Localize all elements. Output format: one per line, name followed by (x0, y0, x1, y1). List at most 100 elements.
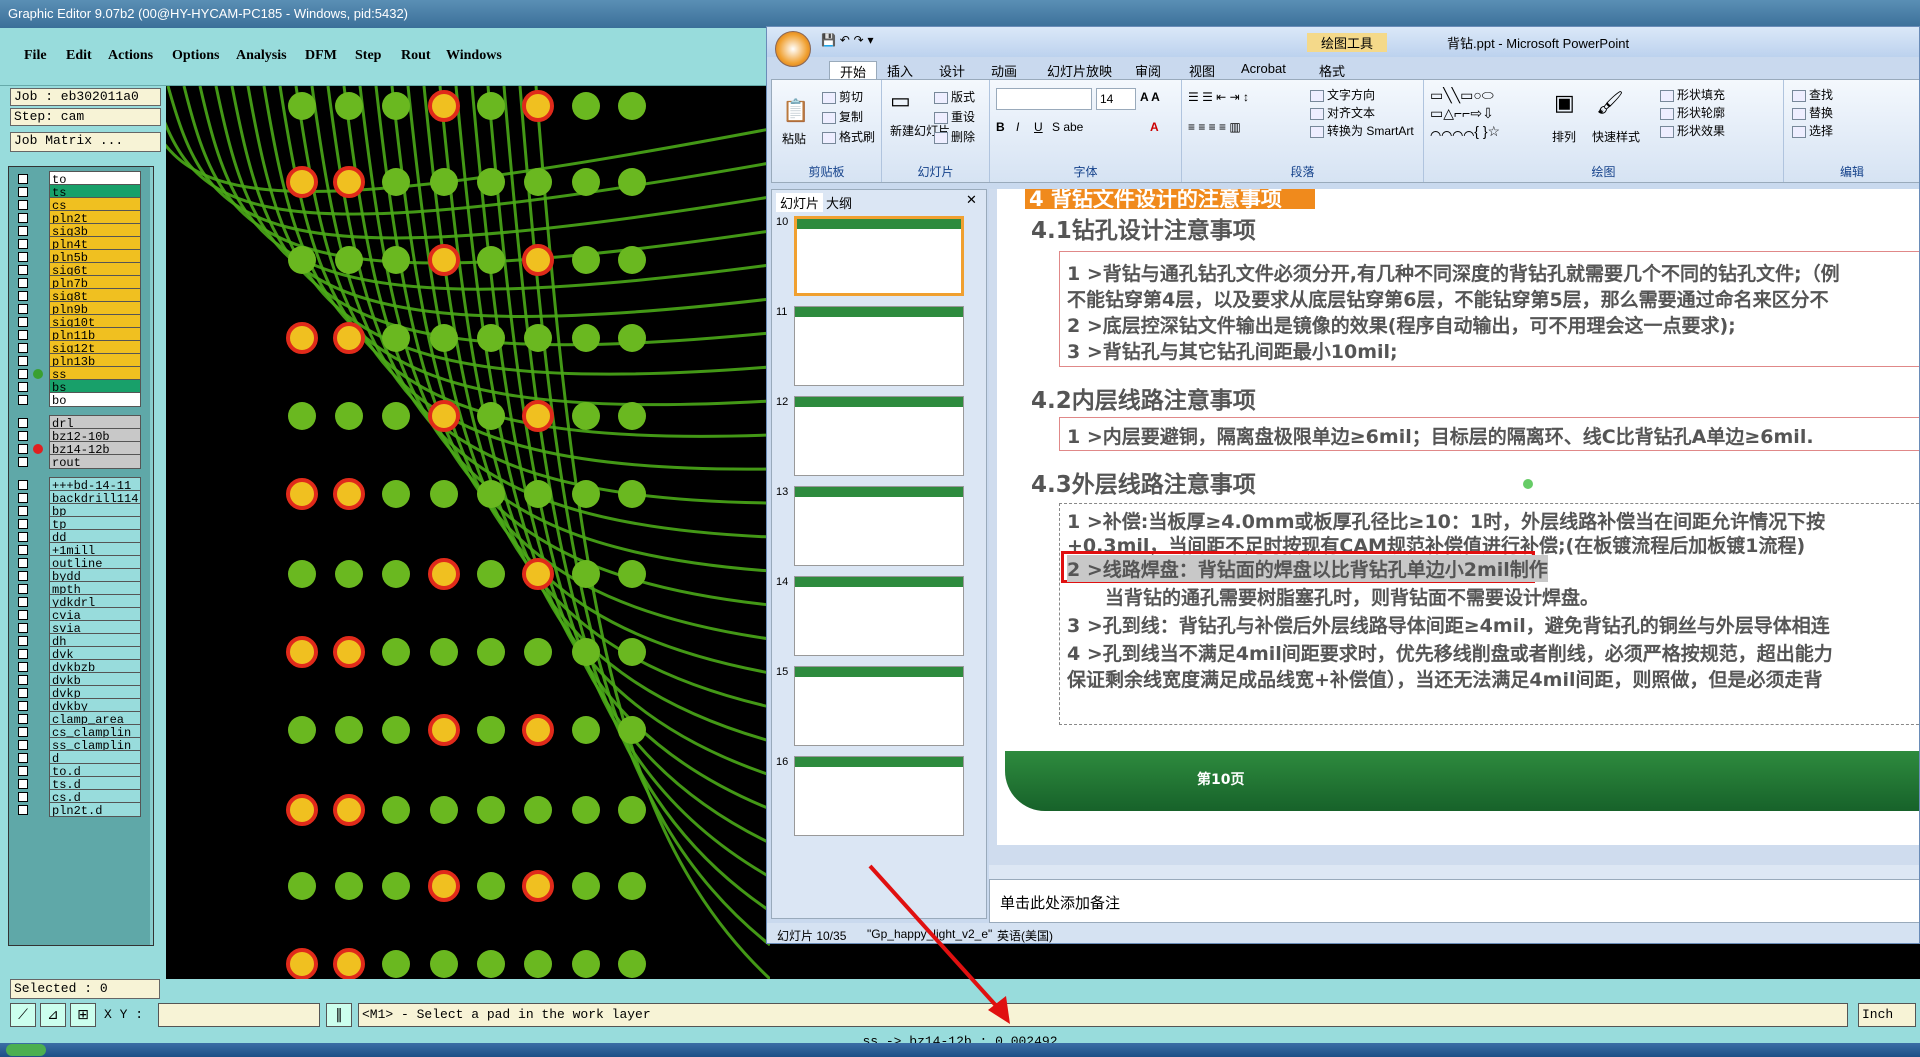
pcb-drawing[interactable] (166, 86, 770, 979)
layer-scrollbar[interactable] (150, 167, 153, 945)
strike-icon[interactable]: S abe (1052, 120, 1083, 134)
layer-checkbox[interactable] (18, 213, 28, 223)
layer-checkbox[interactable] (18, 753, 28, 763)
tab-slideshow[interactable]: 幻灯片放映 (1047, 61, 1112, 80)
align-text-button[interactable]: 对齐文本 (1310, 104, 1375, 121)
layer-checkbox[interactable] (18, 239, 28, 249)
menu-windows[interactable]: Windows (446, 48, 502, 64)
tab-view[interactable]: 视图 (1189, 61, 1215, 80)
layer-checkbox[interactable] (18, 740, 28, 750)
layer-checkbox[interactable] (18, 649, 28, 659)
layer-checkbox[interactable] (18, 330, 28, 340)
layer-checkbox[interactable] (18, 369, 28, 379)
layer-checkbox[interactable] (18, 519, 28, 529)
layer-checkbox[interactable] (18, 597, 28, 607)
layer-checkbox[interactable] (18, 278, 28, 288)
font-size-select[interactable]: 14 (1096, 88, 1136, 110)
slide-thumbnail[interactable] (794, 216, 964, 296)
text-direction-button[interactable]: 文字方向 (1310, 86, 1375, 103)
format-painter-button[interactable]: 格式刷 (822, 128, 875, 145)
rotate-handle-icon[interactable] (1523, 479, 1533, 489)
font-name-select[interactable] (996, 88, 1092, 110)
smartart-button[interactable]: 转换为 SmartArt (1310, 122, 1414, 139)
layer-checkbox[interactable] (18, 382, 28, 392)
layer-checkbox[interactable] (18, 418, 28, 428)
menu-analysis[interactable]: Analysis (236, 48, 287, 64)
layer-checkbox[interactable] (18, 265, 28, 275)
work-canvas[interactable] (166, 86, 770, 979)
job-matrix-button[interactable]: Job Matrix ... (10, 132, 161, 152)
snap-icon[interactable]: ⟋ (10, 1003, 36, 1027)
underline-icon[interactable]: U (1034, 120, 1043, 134)
find-button[interactable]: 查找 (1792, 86, 1833, 103)
layer-checkbox[interactable] (18, 343, 28, 353)
align-icons[interactable]: ≡ ≡ ≡ ≡ ▥ (1188, 120, 1241, 134)
delete-button[interactable]: 删除 (934, 128, 975, 145)
layer-checkbox[interactable] (18, 805, 28, 815)
quick-access-icons[interactable]: 💾 ↶ ↷ ▾ (821, 33, 874, 47)
layer-row[interactable]: pln2t.d (9, 802, 141, 818)
layout-button[interactable]: 版式 (934, 88, 975, 105)
paste-button[interactable]: 粘贴 (782, 130, 806, 147)
layer-checkbox[interactable] (18, 291, 28, 301)
slide-editing-area[interactable]: 4 背钻文件设计的注意事项 4.1钻孔设计注意事项 1 >背钻与通孔钻孔文件必须… (989, 189, 1919, 879)
layer-checkbox[interactable] (18, 636, 28, 646)
layer-checkbox[interactable] (18, 317, 28, 327)
layer-checkbox[interactable] (18, 480, 28, 490)
layer-checkbox[interactable] (18, 792, 28, 802)
layer-checkbox[interactable] (18, 395, 28, 405)
measure-icon[interactable]: ⊿ (40, 1003, 66, 1027)
menu-dfm[interactable]: DFM (305, 48, 337, 64)
tab-home[interactable]: 开始 (829, 61, 878, 81)
quick-styles-button[interactable]: 快速样式 (1592, 128, 1640, 145)
tab-outline[interactable]: 大纲 (826, 193, 852, 212)
slide-thumbnail[interactable] (794, 396, 964, 476)
slide-thumbnail[interactable] (794, 756, 964, 836)
layer-list[interactable]: to ts cs pln2t sig3b pln4t pln5b sig6t pln7b sig8… (8, 166, 154, 946)
shape-outline-button[interactable]: 形状轮廓 (1660, 104, 1725, 121)
bold-icon[interactable]: B (996, 120, 1005, 134)
notes-pane[interactable]: 单击此处添加备注 (989, 879, 1919, 923)
layer-checkbox[interactable] (18, 779, 28, 789)
layer-checkbox[interactable] (18, 610, 28, 620)
menu-rout[interactable]: Rout (401, 48, 431, 64)
layer-checkbox[interactable] (18, 766, 28, 776)
copy-button[interactable]: 复制 (822, 108, 863, 125)
close-pane-icon[interactable]: ✕ (966, 192, 977, 208)
layer-checkbox[interactable] (18, 356, 28, 366)
cut-button[interactable]: 剪切 (822, 88, 863, 105)
layer-checkbox[interactable] (18, 457, 28, 467)
layer-checkbox[interactable] (18, 558, 28, 568)
slide-canvas[interactable]: 4 背钻文件设计的注意事项 4.1钻孔设计注意事项 1 >背钻与通孔钻孔文件必须… (997, 189, 1919, 845)
start-icon[interactable] (6, 1044, 46, 1056)
replace-button[interactable]: 替换 (1792, 104, 1833, 121)
bullets-icon[interactable]: ☰ ☰ ⇤ ⇥ ↕ (1188, 90, 1249, 104)
tab-insert[interactable]: 插入 (887, 61, 913, 80)
menu-file[interactable]: File (24, 48, 47, 64)
layer-checkbox[interactable] (18, 187, 28, 197)
layer-checkbox[interactable] (18, 444, 28, 454)
pause-icon[interactable]: ‖ (326, 1003, 352, 1027)
layer-checkbox[interactable] (18, 174, 28, 184)
layer-checkbox[interactable] (18, 675, 28, 685)
menu-options[interactable]: Options (172, 48, 219, 64)
slide-thumbnail[interactable] (794, 306, 964, 386)
grow-font-icon[interactable]: A A (1140, 90, 1160, 104)
font-color-icon[interactable]: A (1150, 120, 1159, 134)
xy-input[interactable] (158, 1003, 320, 1027)
layer-checkbox[interactable] (18, 506, 28, 516)
tab-design[interactable]: 设计 (939, 61, 965, 80)
shapes-gallery[interactable]: ▭╲╲▭○⬭ ▭△⌐⌐⇨⇩ ⌒⌒⌒⌒{ }☆ (1430, 86, 1540, 140)
slide-thumbnail[interactable] (794, 486, 964, 566)
arrange-button[interactable]: 排列 (1552, 128, 1576, 145)
menu-step[interactable]: Step (355, 48, 381, 64)
layer-checkbox[interactable] (18, 571, 28, 581)
layer-checkbox[interactable] (18, 701, 28, 711)
new-slide-icon[interactable]: ▭ (890, 88, 911, 114)
tab-format[interactable]: 格式 (1319, 61, 1345, 80)
layer-checkbox[interactable] (18, 532, 28, 542)
tab-acrobat[interactable]: Acrobat (1241, 61, 1286, 76)
slide-thumbnail[interactable] (794, 576, 964, 656)
menu-actions[interactable]: Actions (108, 48, 153, 64)
layer-checkbox[interactable] (18, 623, 28, 633)
